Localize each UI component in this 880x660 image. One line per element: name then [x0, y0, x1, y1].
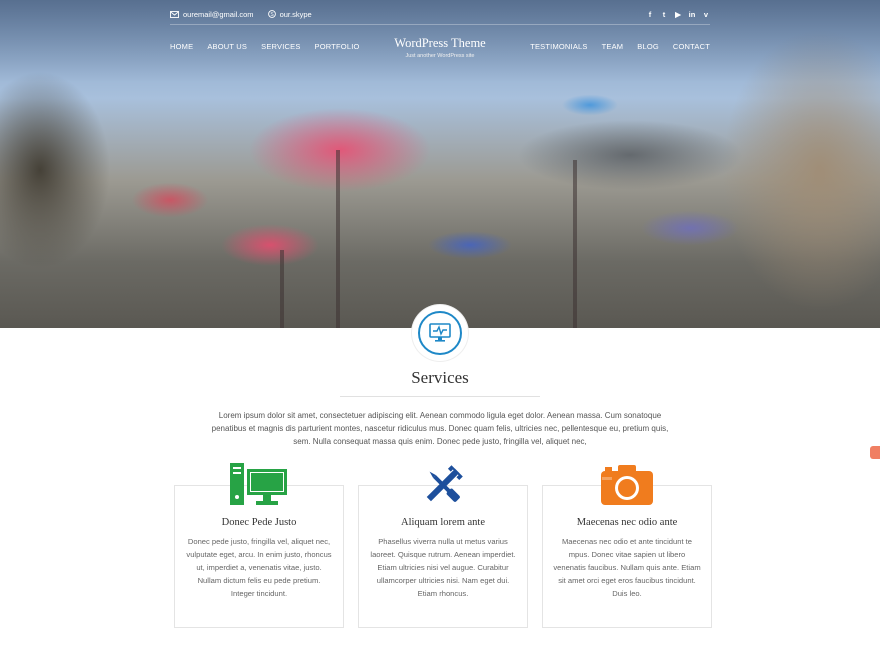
nav-right-group: TESTIMONIALS TEAM BLOG CONTACT [530, 42, 710, 51]
email-contact[interactable]: ouremail@gmail.com [170, 10, 254, 19]
card-title: Maecenas nec odio ante [576, 517, 678, 528]
side-panel-toggle[interactable] [870, 446, 880, 459]
social-links: f t ▶ in v [646, 10, 710, 19]
topbar-divider [170, 24, 710, 25]
card-text: Maecenas nec odio et ante tincidunt te m… [553, 537, 701, 598]
services-badge [412, 305, 468, 361]
site-title[interactable]: WordPress Theme [370, 36, 510, 51]
card-text: Donec pede justo, fringilla vel, aliquet… [186, 537, 332, 598]
card-title: Donec Pede Justo [221, 517, 297, 528]
computer-icon [229, 462, 289, 508]
card-title: Aliquam lorem ante [401, 517, 485, 528]
service-card: Maecenas nec odio ante Maecenas nec odio… [542, 465, 712, 628]
site-tagline: Just another WordPress site [405, 53, 475, 59]
email-text: ouremail@gmail.com [183, 9, 254, 19]
camera-icon [597, 462, 657, 508]
nav-team[interactable]: TEAM [602, 42, 624, 51]
monitor-icon [429, 323, 451, 342]
services-divider [340, 396, 540, 397]
youtube-icon[interactable]: ▶ [674, 10, 682, 19]
service-card: Aliquam lorem ante Phasellus viverra nul… [358, 465, 528, 628]
nav-home[interactable]: HOME [170, 42, 193, 51]
skype-icon: S [267, 10, 276, 18]
top-bar: ouremail@gmail.com S our.skype f t ▶ in … [170, 6, 710, 22]
tools-icon [413, 462, 473, 508]
main-nav: HOME ABOUT US SERVICES PORTFOLIO WordPre… [170, 36, 710, 66]
facebook-icon[interactable]: f [646, 10, 654, 19]
linkedin-icon[interactable]: in [688, 10, 696, 19]
nav-blog[interactable]: BLOG [637, 42, 659, 51]
envelope-icon [170, 10, 179, 18]
card-text: Phasellus viverra nulla ut metus varius … [370, 537, 516, 598]
badge-ring [418, 311, 462, 355]
site-logo[interactable]: WordPress Theme Just another WordPress s… [370, 36, 510, 59]
nav-left-group: HOME ABOUT US SERVICES PORTFOLIO [170, 42, 360, 51]
nav-testimonials[interactable]: TESTIMONIALS [530, 42, 587, 51]
nav-portfolio[interactable]: PORTFOLIO [315, 42, 360, 51]
service-card: Donec Pede Justo Donec pede justo, fring… [174, 463, 344, 628]
vimeo-icon[interactable]: v [702, 10, 710, 19]
skype-contact[interactable]: S our.skype [267, 9, 312, 19]
twitter-icon[interactable]: t [660, 10, 668, 19]
skype-text: our.skype [279, 9, 312, 19]
nav-about-us[interactable]: ABOUT US [207, 42, 247, 51]
services-description: Lorem ipsum dolor sit amet, consectetuer… [211, 411, 669, 446]
nav-services[interactable]: SERVICES [261, 42, 300, 51]
services-heading: Services [411, 368, 469, 387]
nav-contact[interactable]: CONTACT [673, 42, 710, 51]
